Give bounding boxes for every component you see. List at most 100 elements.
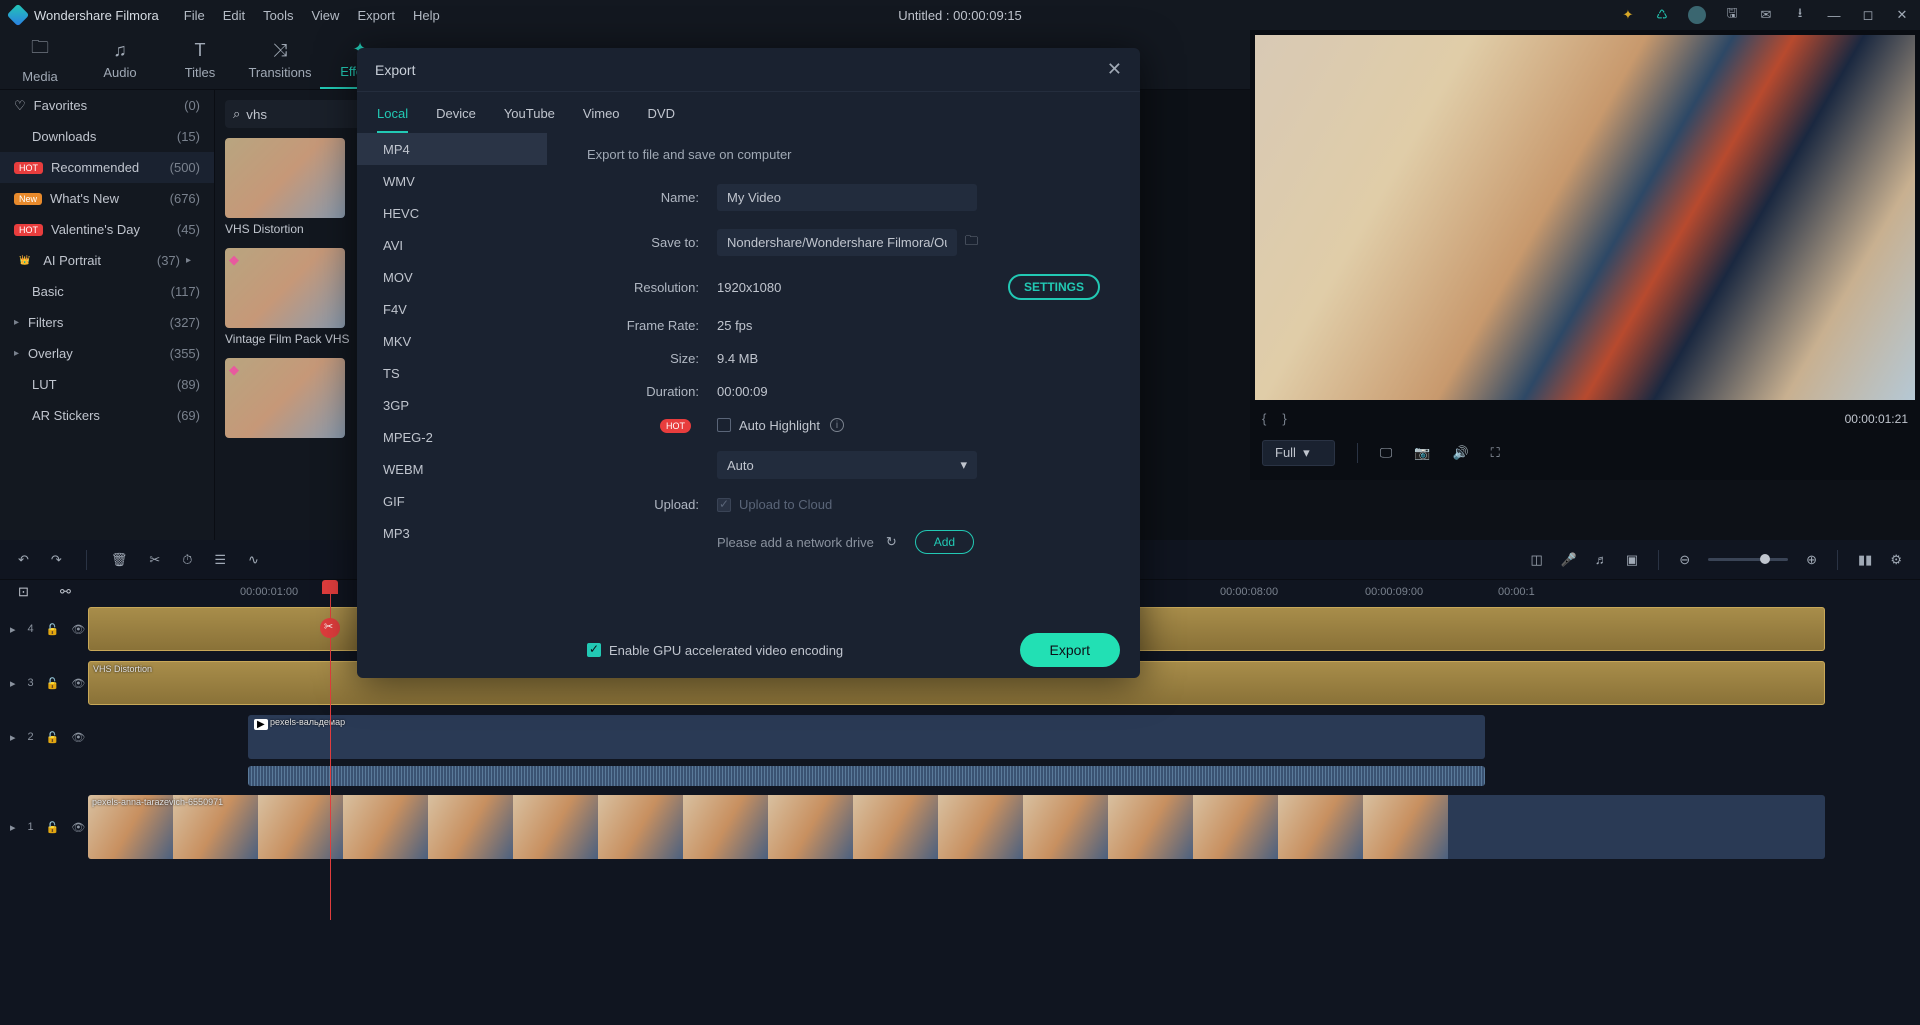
format-3gp[interactable]: 3GP [357,389,547,421]
audio-adjust-icon[interactable]: ∿ [248,552,259,568]
tab-youtube[interactable]: YouTube [504,106,555,133]
auto-highlight-checkbox[interactable]: Auto Highlight [717,418,820,433]
cat-basic[interactable]: Basic(117) [0,276,214,307]
tab-local[interactable]: Local [377,106,408,133]
format-mpeg2[interactable]: MPEG-2 [357,421,547,453]
eye-icon[interactable]: 👁 [71,623,85,636]
zoom-out-icon[interactable]: ⊖ [1679,552,1690,568]
delete-icon[interactable]: 🗑 [111,552,128,568]
marker-icon[interactable]: ◫ [1530,552,1542,568]
volume-icon[interactable]: 🔊 [1452,445,1468,461]
track-head[interactable]: ▸2🔓👁 [0,731,88,744]
split-icon[interactable]: ✂ [149,552,160,568]
format-hevc[interactable]: HEVC [357,197,547,229]
refresh-icon[interactable]: ↻ [886,534,897,550]
close-window-icon[interactable]: ✕ [1894,7,1910,23]
toggle-icon[interactable]: ▸ [10,731,16,744]
eye-icon[interactable]: 👁 [71,677,85,690]
tab-device[interactable]: Device [436,106,476,133]
toggle-icon[interactable]: ▸ [10,677,16,690]
mixer-icon[interactable]: ♬ [1595,552,1608,567]
snapshot-icon[interactable]: 📷 [1414,445,1430,461]
cat-ar-stickers[interactable]: AR Stickers(69) [0,400,214,431]
format-ts[interactable]: TS [357,357,547,389]
maximize-icon[interactable]: ◻ [1860,7,1876,23]
audio-clip[interactable] [248,766,1485,786]
minimize-icon[interactable]: — [1826,7,1842,23]
gpu-checkbox[interactable]: Enable GPU accelerated video encoding [587,643,843,658]
format-gif[interactable]: GIF [357,485,547,517]
cat-filters[interactable]: ▸Filters(327) [0,307,214,338]
format-wmv[interactable]: WMV [357,165,547,197]
fullscreen-icon[interactable]: ⛶ [1491,445,1500,461]
adjust-icon[interactable]: ☰ [214,552,226,568]
cat-downloads[interactable]: Downloads(15) [0,121,214,152]
account-avatar-icon[interactable] [1688,6,1706,24]
lock-icon[interactable]: 🔓 [46,677,60,690]
support-icon[interactable]: ♺ [1654,7,1670,23]
download-icon[interactable]: ⭳ [1792,7,1808,23]
format-mkv[interactable]: MKV [357,325,547,357]
toggle-icon[interactable]: ▸ [10,821,16,834]
undo-icon[interactable]: ↶ [18,552,29,568]
format-mp3[interactable]: MP3 [357,517,547,549]
cat-whats-new[interactable]: NewWhat's New(676) [0,183,214,214]
format-f4v[interactable]: F4V [357,293,547,325]
preview-quality-select[interactable]: Full ▾ [1262,440,1335,466]
track-head[interactable]: ▸3🔓👁 [0,677,88,690]
menu-file[interactable]: File [184,8,205,23]
link-toggle-icon[interactable]: ⊡ [18,584,29,600]
auto-highlight-select[interactable]: Auto▾ [717,451,977,479]
format-webm[interactable]: WEBM [357,453,547,485]
menu-view[interactable]: View [311,8,339,23]
close-icon[interactable]: ✕ [1107,59,1122,80]
lock-icon[interactable]: 🔓 [46,821,60,834]
tab-titles[interactable]: TTitles [160,30,240,89]
toggle-icon[interactable]: ▸ [10,623,16,636]
tab-media[interactable]: 🗀Media [0,30,80,89]
preview-video[interactable] [1255,35,1915,400]
lock-icon[interactable]: 🔓 [46,623,60,636]
eye-icon[interactable]: 👁 [71,821,85,834]
track-head[interactable]: ▸1🔓👁 [0,821,88,834]
folder-icon[interactable]: 🗀 [965,232,978,254]
render-icon[interactable]: ▣ [1626,552,1638,568]
cat-recommended[interactable]: HOTRecommended(500) [0,152,214,183]
zoom-in-icon[interactable]: ⊕ [1806,552,1817,568]
tab-transitions[interactable]: ⤨Transitions [240,30,320,89]
bracket-left-icon[interactable]: { [1262,411,1266,426]
info-icon[interactable]: i [830,418,844,432]
idea-icon[interactable]: ✦ [1620,7,1636,23]
settings-button[interactable]: SETTINGS [1008,274,1100,300]
format-mp4[interactable]: MP4 [357,133,547,165]
thumbs-icon[interactable]: ▮▮ [1858,552,1872,568]
speed-icon[interactable]: ⏱ [182,552,192,568]
main-video-clip[interactable]: pexels-anna-tarazevich-6550971 [88,795,1825,859]
mic-icon[interactable]: 🎤 [1561,552,1577,568]
tab-vimeo[interactable]: Vimeo [583,106,620,133]
display-icon[interactable]: 🖵 [1380,445,1393,461]
settings-gear-icon[interactable]: ⚙ [1890,552,1902,568]
menu-export[interactable]: Export [357,8,395,23]
bracket-right-icon[interactable]: } [1282,411,1286,426]
video-clip[interactable]: ▶pexels-вальдемар [248,715,1485,759]
save-icon[interactable]: 🖫 [1724,7,1740,23]
tab-audio[interactable]: ♫Audio [80,30,160,89]
menu-help[interactable]: Help [413,8,440,23]
menu-edit[interactable]: Edit [223,8,245,23]
mail-icon[interactable]: ✉ [1758,7,1774,23]
playhead[interactable]: ✂ [330,580,331,920]
eye-icon[interactable]: 👁 [71,731,85,744]
cat-ai-portrait[interactable]: 👑AI Portrait(37)▸ [0,245,214,276]
cat-valentines[interactable]: HOTValentine's Day(45) [0,214,214,245]
link-icon[interactable]: ⚯ [60,584,71,600]
cat-overlay[interactable]: ▸Overlay(355) [0,338,214,369]
saveto-input[interactable] [717,229,957,256]
track-head[interactable]: ▸4🔓👁 [0,623,88,636]
lock-icon[interactable]: 🔓 [46,731,60,744]
name-input[interactable] [717,184,977,211]
menu-tools[interactable]: Tools [263,8,293,23]
redo-icon[interactable]: ↷ [51,552,62,568]
format-avi[interactable]: AVI [357,229,547,261]
add-button[interactable]: Add [915,530,974,554]
